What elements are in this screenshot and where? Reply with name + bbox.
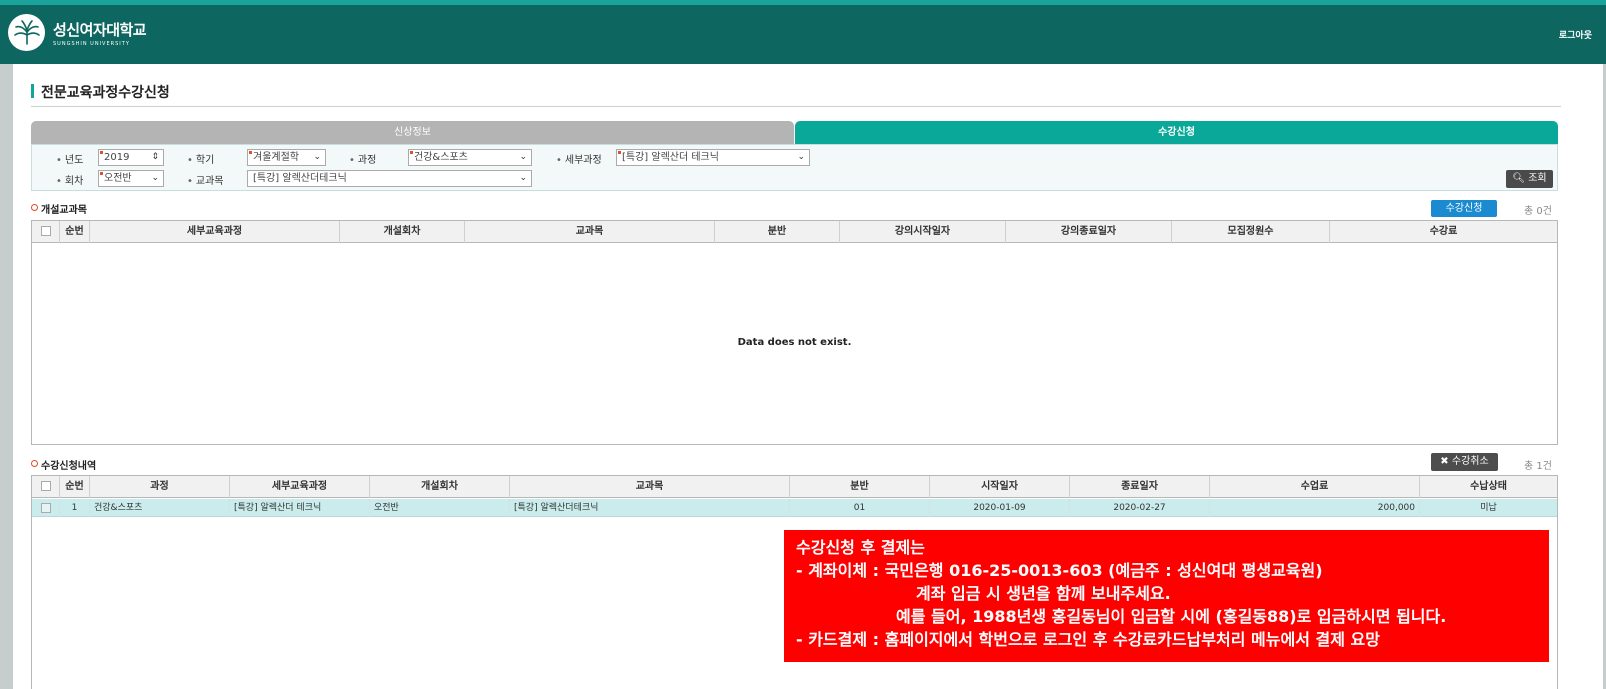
cell-section: 01 bbox=[790, 499, 930, 517]
select-all-checkbox[interactable] bbox=[32, 476, 60, 498]
year-select[interactable]: 2019 ⇕ bbox=[98, 149, 164, 166]
search-button-label: 조회 bbox=[1528, 173, 1547, 184]
col-subject: 교과목 bbox=[465, 221, 715, 243]
spinner-icon: ⇕ bbox=[151, 152, 159, 162]
chevron-down-icon: ⌄ bbox=[797, 152, 805, 162]
tab-bar: 신상정보 수강신청 bbox=[31, 121, 1558, 144]
subject-label: 교과목 bbox=[187, 172, 224, 187]
subject-select[interactable]: [특강] 알렉산더테크닉 ⌄ bbox=[247, 170, 532, 187]
open-courses-total: 총 0건 bbox=[1524, 206, 1552, 217]
applications-header: 순번 과정 세부교육과정 개설회차 교과목 분반 시작일자 종료일자 수업료 수… bbox=[32, 476, 1557, 498]
cell-session: 오전반 bbox=[370, 499, 510, 517]
col-tuition: 수업료 bbox=[1210, 476, 1420, 498]
col-end-date: 강의종료일자 bbox=[1006, 221, 1172, 243]
cell-subject: [특강] 알렉산더테크닉 bbox=[510, 499, 790, 517]
page-title: 전문교육과정수강신청 bbox=[31, 82, 170, 102]
col-start-date: 시작일자 bbox=[930, 476, 1070, 498]
notice-line-2: - 계좌이체 : 국민은행 016-25-0013-603 (예금주 : 성신여… bbox=[796, 561, 1323, 580]
chevron-down-icon: ⌄ bbox=[519, 152, 527, 162]
col-no: 순번 bbox=[60, 221, 90, 243]
tab-personal-info[interactable]: 신상정보 bbox=[31, 121, 794, 144]
cell-course: 건강&스포츠 bbox=[90, 499, 230, 517]
applications-title: 수강신청내역 bbox=[31, 457, 96, 472]
chevron-down-icon: ⌄ bbox=[151, 173, 159, 183]
open-courses-title: 개설교과목 bbox=[31, 201, 87, 216]
notice-line-1: 수강신청 후 결제는 bbox=[796, 538, 925, 557]
col-session: 개설회차 bbox=[340, 221, 465, 243]
col-subcourse: 세부교육과정 bbox=[90, 221, 340, 243]
table-row[interactable]: 1 건강&스포츠 [특강] 알렉산더 테크닉 오전반 [특강] 알렉산더테크닉 … bbox=[32, 499, 1557, 517]
course-select[interactable]: 건강&스포츠 ⌄ bbox=[408, 149, 532, 166]
logo-emblem-icon bbox=[8, 14, 45, 51]
university-logo[interactable]: 성신여자대학교 SUNGSHIN UNIVERSITY bbox=[8, 14, 147, 51]
col-subcourse: 세부교육과정 bbox=[230, 476, 370, 498]
col-section: 분반 bbox=[715, 221, 840, 243]
left-gutter bbox=[0, 64, 13, 689]
open-courses-grid: 순번 세부교육과정 개설회차 교과목 분반 강의시작일자 강의종료일자 모집정원… bbox=[31, 220, 1558, 445]
col-course: 과정 bbox=[90, 476, 230, 498]
col-payment-status: 수납상태 bbox=[1470, 481, 1507, 492]
subject-value: [특강] 알렉산더테크닉 bbox=[253, 173, 347, 184]
chevron-down-icon: ⌄ bbox=[519, 173, 527, 183]
col-subject: 교과목 bbox=[510, 476, 790, 498]
col-section: 분반 bbox=[790, 476, 930, 498]
course-value: 건강&스포츠 bbox=[414, 152, 468, 163]
course-label: 과정 bbox=[349, 151, 376, 166]
session-select[interactable]: 오전반 ⌄ bbox=[98, 170, 164, 187]
chevron-down-icon: ⌄ bbox=[313, 152, 321, 162]
subcourse-value: [특강] 알렉산더 테크닉 bbox=[622, 152, 719, 163]
cancel-button-label: 수강취소 bbox=[1451, 456, 1489, 467]
filter-panel: 년도 2019 ⇕ 학기 겨울계절학 ⌄ 과정 건강&스포츠 ⌄ 세부과정 [특… bbox=[31, 144, 1558, 191]
notice-line-4: 예를 들어, 1988년생 홍길동님이 입금할 시에 (홍길동88)로 입금하시… bbox=[896, 607, 1447, 626]
cell-start-date: 2020-01-09 bbox=[930, 499, 1070, 517]
tab-course-apply[interactable]: 수강신청 bbox=[795, 121, 1558, 144]
session-label: 회차 bbox=[56, 172, 83, 187]
open-courses-header: 순번 세부교육과정 개설회차 교과목 분반 강의시작일자 강의종료일자 모집정원… bbox=[32, 221, 1557, 243]
search-icon: 🔍︎ bbox=[1512, 173, 1526, 184]
empty-message: Data does not exist. bbox=[737, 337, 852, 348]
cell-subcourse: [특강] 알렉산더 테크닉 bbox=[230, 499, 370, 517]
col-no: 순번 bbox=[60, 476, 90, 498]
cancel-button[interactable]: ✖ 수강취소 bbox=[1431, 453, 1498, 471]
app-header: 성신여자대학교 SUNGSHIN UNIVERSITY 로그아웃 bbox=[0, 5, 1606, 64]
subcourse-label: 세부과정 bbox=[556, 151, 602, 166]
cell-tuition: 200,000 bbox=[1210, 499, 1420, 517]
term-label: 학기 bbox=[187, 151, 214, 166]
cell-payment-status: 미납 bbox=[1480, 503, 1497, 513]
term-select[interactable]: 겨울계절학 ⌄ bbox=[247, 149, 326, 166]
col-end-date: 종료일자 bbox=[1070, 476, 1210, 498]
year-value: 2019 bbox=[104, 152, 130, 163]
subcourse-select[interactable]: [특강] 알렉산더 테크닉 ⌄ bbox=[616, 149, 810, 166]
select-all-checkbox[interactable] bbox=[32, 221, 60, 243]
cell-end-date: 2020-02-27 bbox=[1070, 499, 1210, 517]
notice-line-3: 계좌 입금 시 생년을 함께 보내주세요. bbox=[916, 584, 1171, 603]
col-session: 개설회차 bbox=[370, 476, 510, 498]
col-fee: 수강료 bbox=[1429, 226, 1458, 237]
apply-button[interactable]: 수강신청 bbox=[1431, 200, 1497, 217]
col-start-date: 강의시작일자 bbox=[840, 221, 1006, 243]
col-capacity: 모집정원수 bbox=[1172, 221, 1330, 243]
logo-name: 성신여자대학교 bbox=[53, 20, 147, 39]
session-value: 오전반 bbox=[104, 173, 132, 184]
close-icon: ✖ bbox=[1440, 456, 1449, 467]
cell-no: 1 bbox=[60, 499, 90, 517]
applications-total: 총 1건 bbox=[1524, 461, 1552, 472]
year-label: 년도 bbox=[56, 151, 83, 166]
term-value: 겨울계절학 bbox=[253, 152, 299, 163]
notice-line-5: - 카드결제 : 홈페이지에서 학번으로 로그인 후 수강료카드납부처리 메뉴에… bbox=[796, 630, 1380, 649]
payment-notice: 수강신청 후 결제는 - 계좌이체 : 국민은행 016-25-0013-603… bbox=[784, 530, 1549, 662]
title-divider bbox=[31, 106, 1561, 107]
logo-subtitle: SUNGSHIN UNIVERSITY bbox=[53, 40, 130, 47]
row-checkbox[interactable] bbox=[32, 499, 60, 517]
logout-link[interactable]: 로그아웃 bbox=[1559, 28, 1592, 41]
search-button[interactable]: 🔍︎ 조회 bbox=[1506, 170, 1553, 188]
